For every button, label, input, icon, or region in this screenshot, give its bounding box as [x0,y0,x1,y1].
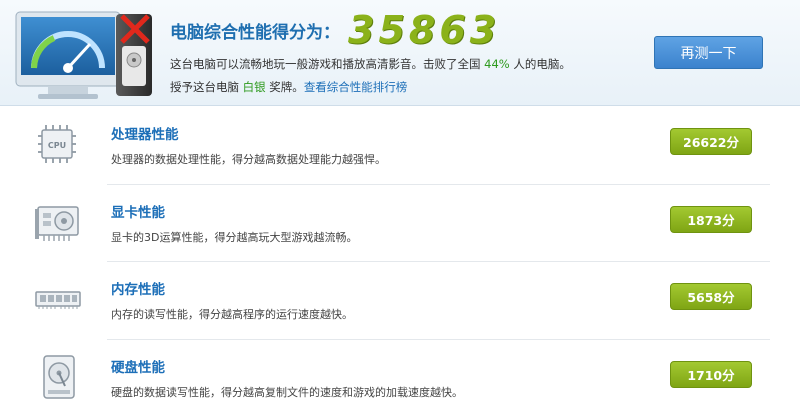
retest-button[interactable]: 再测一下 [654,36,763,69]
award-text-end: 奖牌。 [265,80,304,94]
list-item-memory: 内存性能 内存的读写性能，得分越高程序的运行速度越快。 5658分 [0,262,800,340]
award-text: 授予这台电脑 [170,80,243,94]
performance-list: CPU 处理器性能 处理器的数据处理性能，得分越高数据处理能力越强悍。 2662… [0,107,800,417]
award-line: 授予这台电脑 白银 奖牌。查看综合性能排行榜 [170,79,407,95]
cpu-icon-label: CPU [48,141,66,150]
item-title: 显卡性能 [111,204,165,221]
item-title: 处理器性能 [111,127,179,143]
score-header: 电脑综合性能得分为： 35863 这台电脑可以流畅地玩一般游戏和播放高清影音。击… [0,0,800,106]
score-line: 电脑综合性能得分为： 35863 [170,10,500,50]
score-badge: 26622分 [670,128,752,155]
hard-disk-icon [43,354,75,399]
list-item-cpu: CPU 处理器性能 处理器的数据处理性能，得分越高数据处理能力越强悍。 2662… [0,107,800,185]
item-description: 显卡的3D运算性能，得分越高玩大型游戏越流畅。 [111,230,358,244]
speedometer-monitor-icon [15,11,152,99]
score-badge: 1710分 [670,360,752,388]
score-label: 电脑综合性能得分为： [170,22,340,43]
item-title: 硬盘性能 [111,359,165,376]
item-description: 硬盘的数据读写性能，得分越高复制文件的速度和游戏的加载速度越快。 [111,385,463,399]
item-description: 处理器的数据处理性能，得分越高数据处理能力越强悍。 [111,153,386,166]
item-title: 内存性能 [111,282,165,298]
medal-name: 白银 [242,80,266,94]
desc-text-end: 人的电脑。 [509,57,571,71]
desc-text: 这台电脑可以流畅地玩一般游戏和播放高清影音。击败了全国 [170,57,485,71]
score-badge: 1873分 [670,205,752,233]
memory-icon [35,291,81,309]
score-badge: 5658分 [670,283,752,310]
score-value: 35863 [348,8,501,52]
ranking-link[interactable]: 查看综合性能排行榜 [304,80,408,94]
list-item-graphics: 显卡性能 显卡的3D运算性能，得分越高玩大型游戏越流畅。 1873分 [0,185,800,262]
list-item-hard-disk: 硬盘性能 硬盘的数据读写性能，得分越高复制文件的速度和游戏的加载速度越快。 17… [0,340,800,417]
score-description: 这台电脑可以流畅地玩一般游戏和播放高清影音。击败了全国 44% 人的电脑。 [170,56,571,72]
item-description: 内存的读写性能，得分越高程序的运行速度越快。 [111,308,353,321]
graphics-card-icon [35,205,79,241]
beat-percent: 44% [484,57,510,71]
cpu-icon: CPU [38,125,76,163]
